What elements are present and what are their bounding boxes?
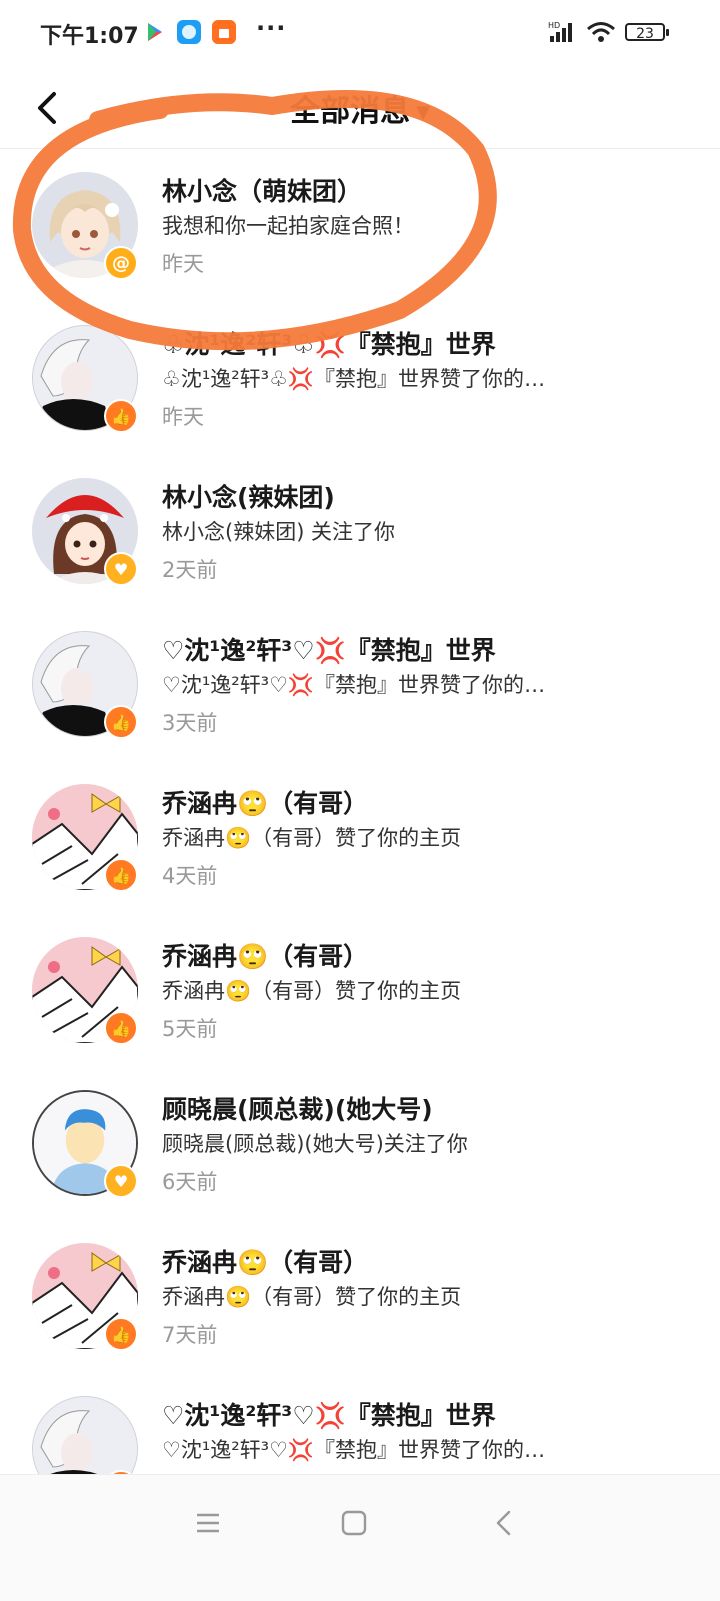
message-time: 6天前 (162, 1170, 218, 1194)
follow-badge-icon: ♥ (104, 1164, 138, 1198)
message-time: 3天前 (162, 711, 218, 735)
sender-name: 顾晓晨(顾总裁)(她大号) (162, 1095, 433, 1124)
sender-name: ♧沈¹逸²轩³♧💢『禁抱』世界 (162, 330, 496, 359)
svg-text:HD: HD (548, 21, 560, 30)
message-list: @ 林小念（萌妹团） 我想和你一起拍家庭合照！ 昨天 👍 ♧沈¹逸²轩³♧💢『禁… (0, 150, 720, 1527)
message-text: ♡沈¹逸²轩³♡💢『禁抱』世界赞了你的主页 (162, 673, 552, 697)
follow-badge-icon: ♥ (104, 552, 138, 586)
message-time: 5天前 (162, 1017, 218, 1041)
more-notifications-icon: ··· (256, 14, 287, 42)
message-text: 林小念(辣妹团) 关注了你 (162, 520, 396, 544)
message-time: 昨天 (162, 405, 204, 429)
chevron-down-icon: ▼ (416, 102, 430, 123)
message-item[interactable]: ♥ 林小念(辣妹团) 林小念(辣妹团) 关注了你 2天前 (0, 456, 720, 609)
mention-badge-icon: @ (104, 246, 138, 280)
battery-indicator: 23 (625, 23, 669, 42)
message-item[interactable]: ♥ 顾晓晨(顾总裁)(她大号) 顾晓晨(顾总裁)(她大号)关注了你 6天前 (0, 1068, 720, 1221)
like-badge-icon: 👍 (104, 399, 138, 433)
message-item[interactable]: 👍 ♧沈¹逸²轩³♧💢『禁抱』世界 ♧沈¹逸²轩³♧💢『禁抱』世界赞了你的主页 … (0, 303, 720, 456)
message-item[interactable]: @ 林小念（萌妹团） 我想和你一起拍家庭合照！ 昨天 (0, 150, 720, 303)
sender-name: 林小念(辣妹团) (162, 483, 335, 512)
app-header: 全部消息 ▼ (0, 70, 720, 149)
sender-name: ♡沈¹逸²轩³♡💢『禁抱』世界 (162, 636, 496, 665)
message-text: 乔涵冉🙄（有哥）赞了你的主页 (162, 979, 462, 1003)
page-title: 全部消息 (290, 94, 411, 129)
like-badge-icon: 👍 (104, 1317, 138, 1351)
system-navigation-bar (0, 1474, 720, 1601)
like-badge-icon: 👍 (104, 1011, 138, 1045)
signal-icon: HD (548, 21, 572, 42)
message-item[interactable]: 👍 ♡沈¹逸²轩³♡💢『禁抱』世界 ♡沈¹逸²轩³♡💢『禁抱』世界赞了你的主页 … (0, 609, 720, 762)
sender-name: 乔涵冉🙄（有哥） (162, 789, 369, 818)
message-text: 顾晓晨(顾总裁)(她大号)关注了你 (162, 1132, 468, 1156)
message-time: 昨天 (162, 252, 204, 276)
message-time: 4天前 (162, 864, 218, 888)
message-text: ♡沈¹逸²轩³♡💢『禁抱』世界赞了你的主页 (162, 1438, 552, 1462)
browser-app-icon (177, 20, 201, 44)
play-store-icon (143, 20, 167, 44)
sender-name: 乔涵冉🙄（有哥） (162, 942, 369, 971)
status-bar: 下午1:07 ··· HD 23 (0, 0, 720, 70)
sender-name: 林小念（萌妹团） (162, 177, 363, 206)
home-icon[interactable] (340, 1509, 368, 1537)
message-text: 我想和你一起拍家庭合照！ (162, 214, 414, 238)
message-time: 7天前 (162, 1323, 218, 1347)
mi-store-icon (212, 20, 236, 44)
message-text: 乔涵冉🙄（有哥）赞了你的主页 (162, 826, 462, 850)
back-nav-icon[interactable] (490, 1509, 518, 1537)
like-badge-icon: 👍 (104, 705, 138, 739)
sender-name: ♡沈¹逸²轩³♡💢『禁抱』世界 (162, 1401, 496, 1430)
menu-icon[interactable] (194, 1509, 222, 1537)
status-time: 下午1:07 (40, 24, 139, 49)
message-text: 乔涵冉🙄（有哥）赞了你的主页 (162, 1285, 462, 1309)
like-badge-icon: 👍 (104, 858, 138, 892)
message-time: 2天前 (162, 558, 218, 582)
sender-name: 乔涵冉🙄（有哥） (162, 1248, 369, 1277)
message-item[interactable]: 👍 乔涵冉🙄（有哥） 乔涵冉🙄（有哥）赞了你的主页 4天前 (0, 762, 720, 915)
message-item[interactable]: 👍 乔涵冉🙄（有哥） 乔涵冉🙄（有哥）赞了你的主页 7天前 (0, 1221, 720, 1374)
message-item[interactable]: 👍 乔涵冉🙄（有哥） 乔涵冉🙄（有哥）赞了你的主页 5天前 (0, 915, 720, 1068)
message-filter-dropdown[interactable]: 全部消息 ▼ (0, 86, 720, 130)
message-text: ♧沈¹逸²轩³♧💢『禁抱』世界赞了你的主页 (162, 367, 552, 391)
wifi-icon (587, 22, 615, 42)
